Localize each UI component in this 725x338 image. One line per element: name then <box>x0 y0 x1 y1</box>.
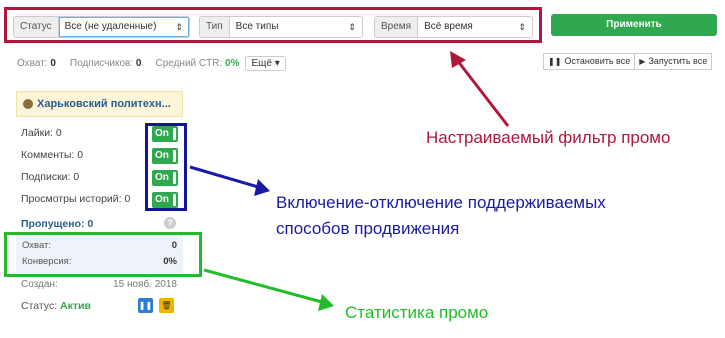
annotation-toggles-line2: способов продвижения <box>276 219 460 238</box>
arrow-to-stats <box>203 268 334 311</box>
arrow-to-toggles <box>189 165 270 196</box>
arrow-to-filter <box>450 51 510 127</box>
annotation-stats: Статистика промо <box>345 303 489 322</box>
annotation-filter: Настраиваемый фильтр промо <box>426 128 671 147</box>
annotation-toggles-line1: Включение-отключение поддерживаемых <box>276 193 606 212</box>
annotation-toggles: Включение-отключение поддерживаемых спос… <box>276 190 606 242</box>
annotation-arrows <box>189 51 510 311</box>
